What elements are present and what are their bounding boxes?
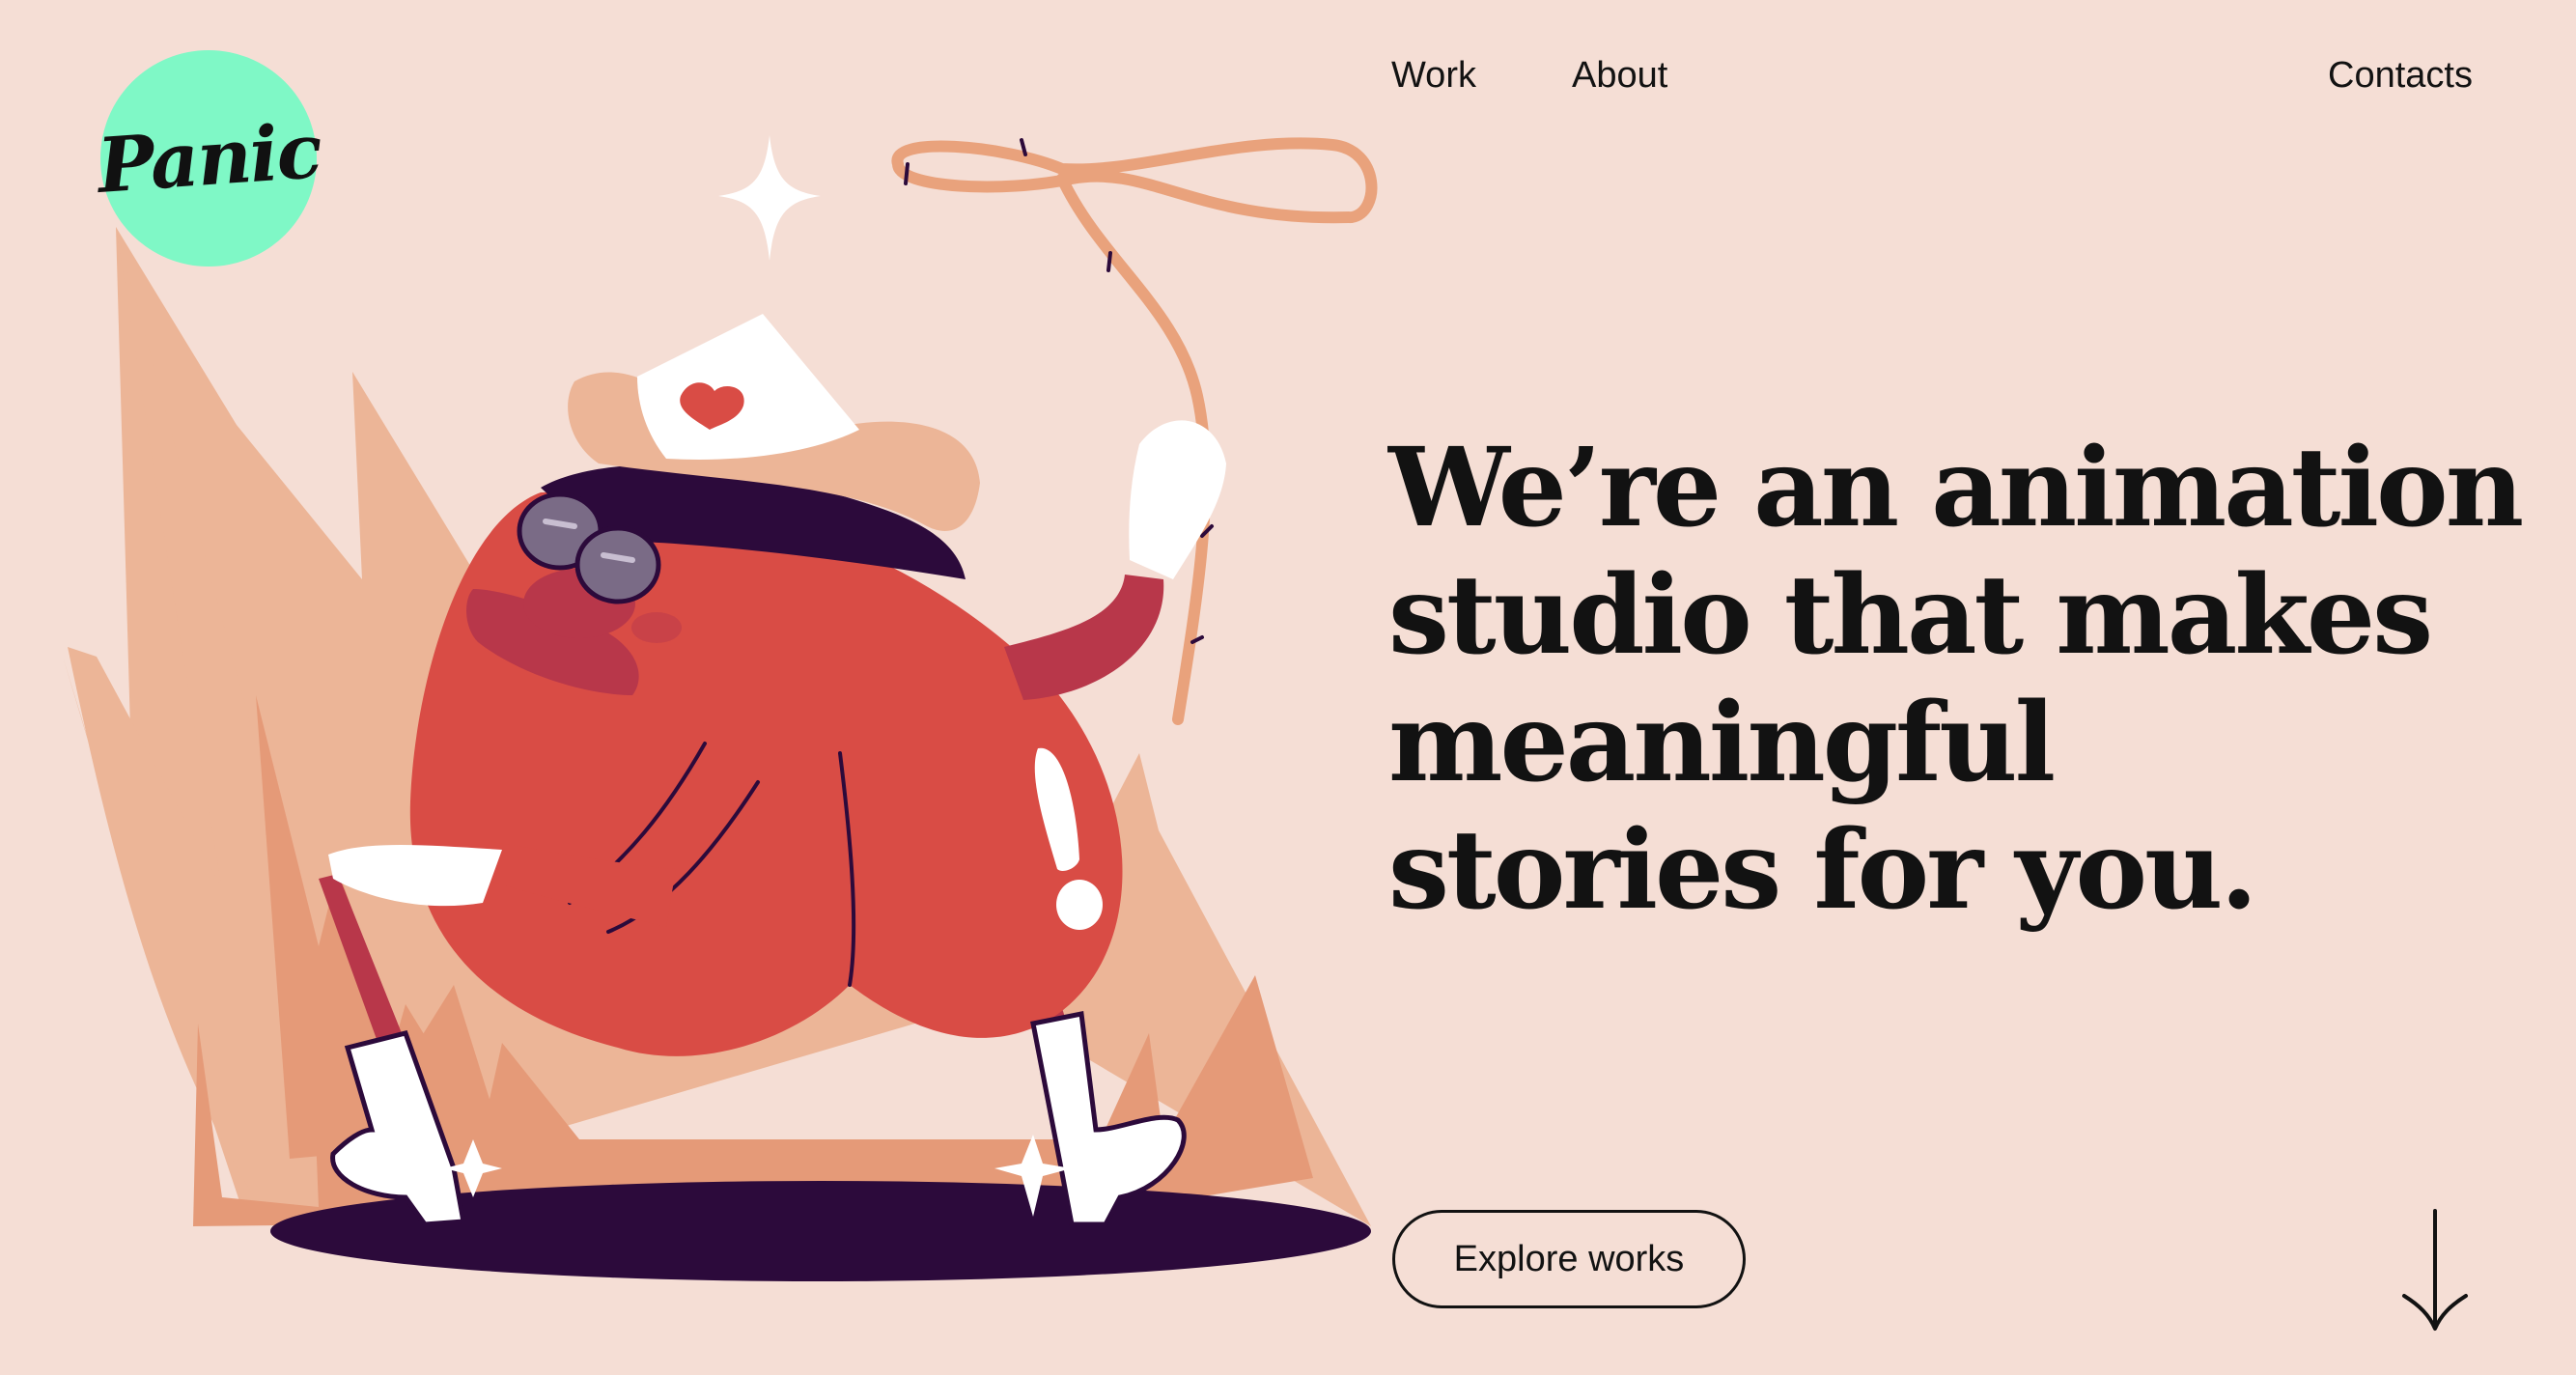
nav-link-about[interactable]: About <box>1572 54 1667 97</box>
raised-arm <box>1004 575 1164 700</box>
sparkle-star <box>718 135 821 261</box>
headline-line-4: stories for you. <box>1388 807 2257 934</box>
hero-headline: We’re an animation studio that makes mea… <box>1388 425 2524 935</box>
hat-crown <box>637 314 859 460</box>
cowboy-illustration <box>63 135 1378 1281</box>
character-body <box>409 491 1123 1056</box>
cheek <box>631 612 682 643</box>
arrow-down-icon[interactable] <box>2398 1209 2472 1333</box>
raised-hand <box>1129 420 1226 579</box>
explore-works-button[interactable]: Explore works <box>1392 1210 1746 1308</box>
nav-link-contacts[interactable]: Contacts <box>2328 54 2473 97</box>
headline-line-1: We’re an animation <box>1388 425 2524 551</box>
headline-line-3: meaningful <box>1388 680 2056 806</box>
headline-line-2: studio that makes <box>1388 552 2433 679</box>
nav-link-work[interactable]: Work <box>1391 54 1476 97</box>
